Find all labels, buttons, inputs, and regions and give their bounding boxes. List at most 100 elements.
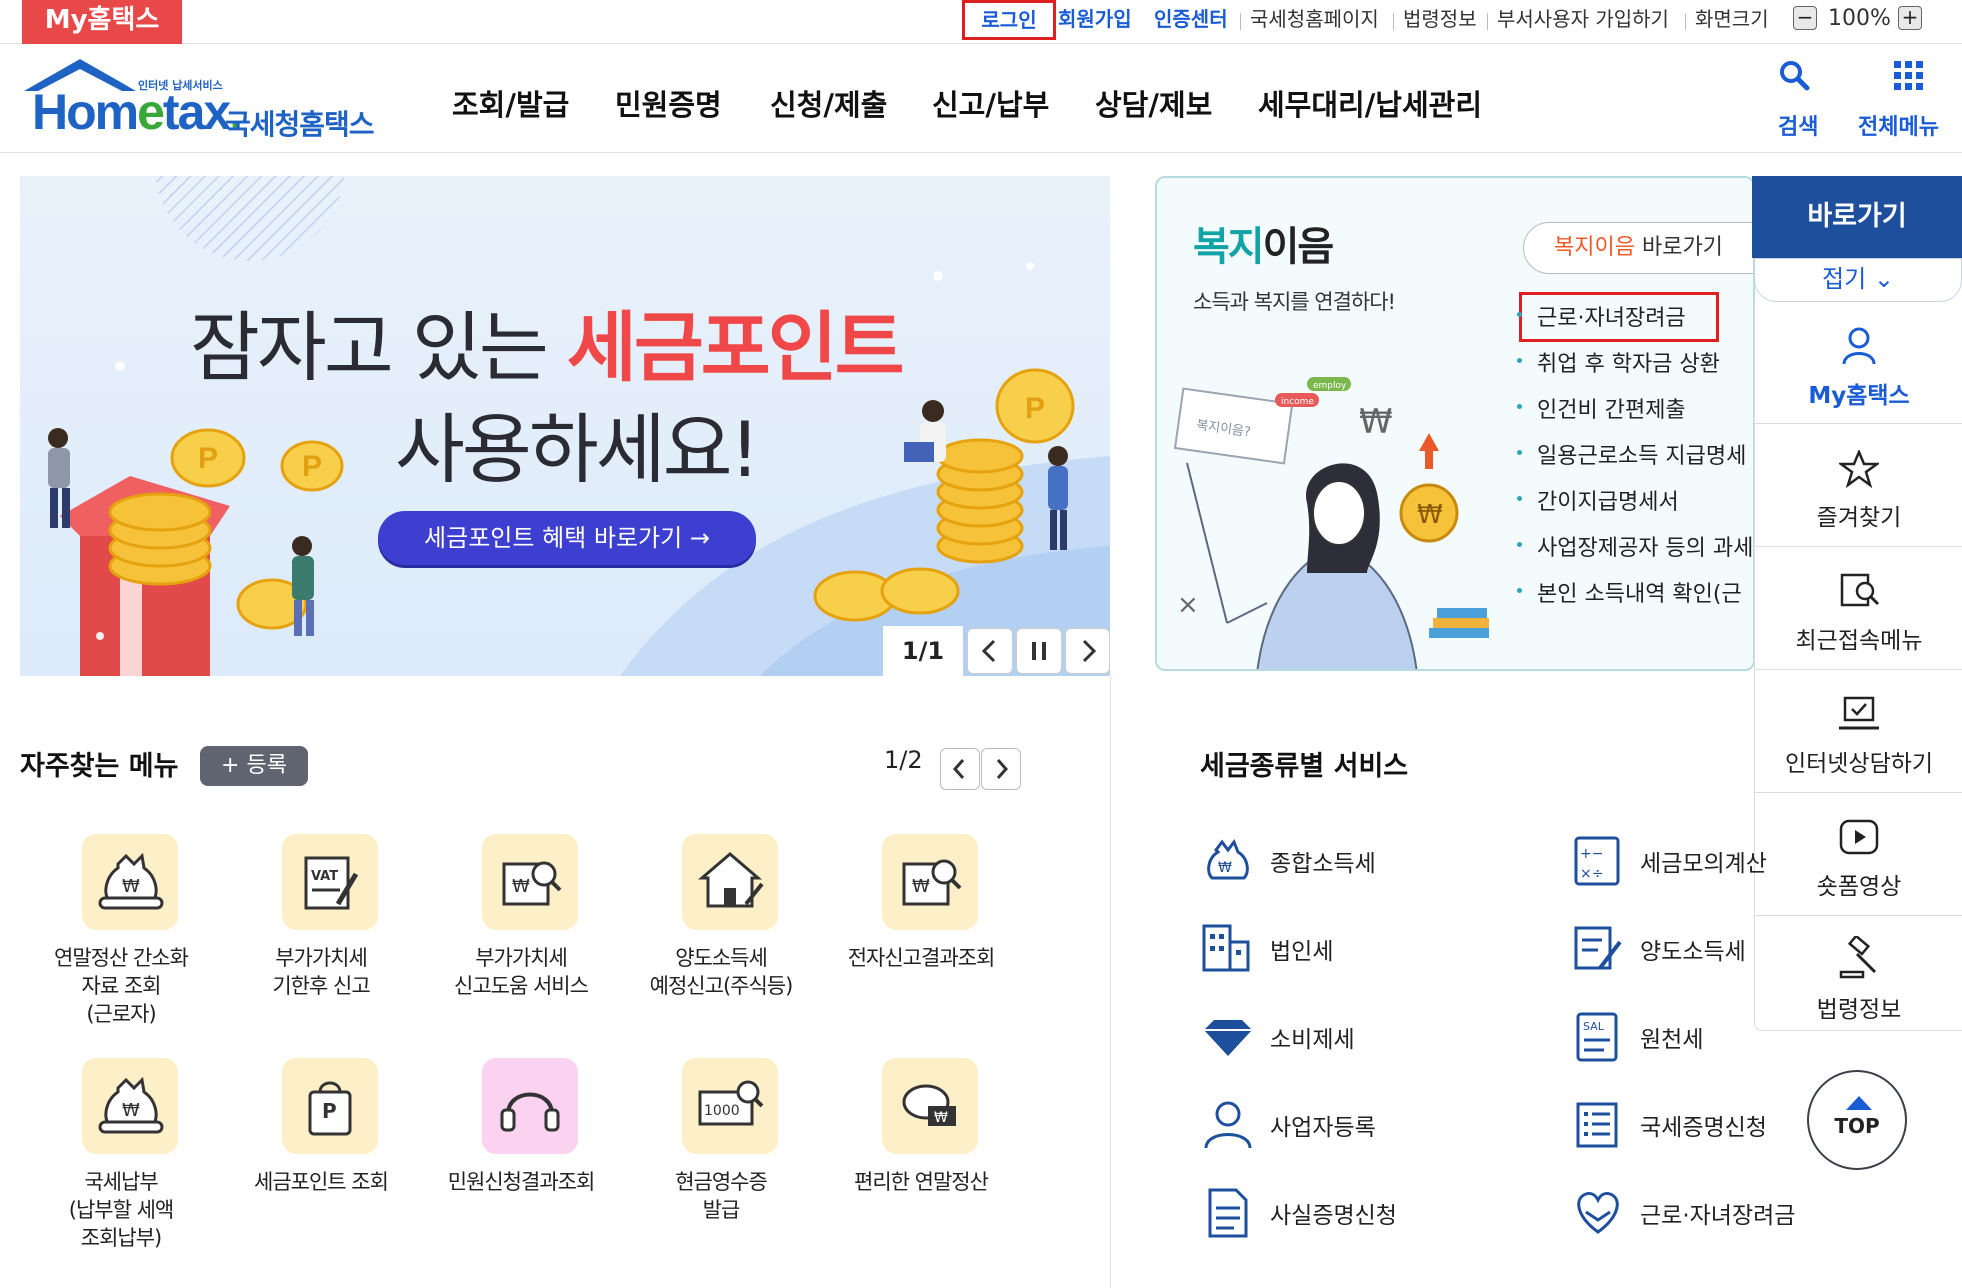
tax-capital-gains[interactable]: 양도소득세 <box>1570 924 1750 974</box>
favorites-title: 자주찾는 메뉴 <box>20 751 179 782</box>
cert-center-link[interactable]: 인증센터 <box>1154 0 1228 40</box>
quick-myhometax[interactable]: My홈택스 <box>1754 302 1962 424</box>
fav-e-report-result[interactable]: ₩ 전자신고결과조회 <box>831 834 1011 1024</box>
hometax-logo[interactable]: 인터넷 납세서비스 Hometax. 국세청홈택스 <box>20 55 390 145</box>
document-edit-icon <box>1574 926 1622 970</box>
nts-homepage-link[interactable]: 국세청홈페이지 <box>1250 0 1379 40</box>
content-divider <box>1110 676 1111 1288</box>
point-bag-icon: P <box>308 1081 352 1136</box>
quick-menu-panel: 바로가기 접기 ⌄ My홈택스 즐겨찾기 최근접속메뉴 인터넷상담하기 숏폼영상… <box>1752 176 1962 1056</box>
search-icon <box>1780 61 1810 91</box>
banner-pause-button[interactable] <box>1016 628 1062 674</box>
welfare-goto-button[interactable]: 복지이음 바로가기 <box>1523 222 1753 274</box>
signup-link[interactable]: 회원가입 <box>1058 0 1132 40</box>
quick-recent-menu[interactable]: 최근접속메뉴 <box>1754 547 1962 670</box>
recent-search-icon <box>1840 573 1880 607</box>
welfare-item-earned-income[interactable]: 근로·자녀장려금 <box>1517 300 1686 332</box>
svg-text:₩: ₩ <box>122 876 140 897</box>
svg-text:₩: ₩ <box>1417 500 1443 530</box>
chevron-right-icon <box>996 759 1009 779</box>
svg-text:income: income <box>1281 397 1314 407</box>
house-pen-icon <box>697 852 764 908</box>
tax-business-registration[interactable]: 사업자등록 <box>1200 1100 1500 1150</box>
nav-inquiry-issue[interactable]: 조회/발급 <box>452 82 569 124</box>
welfare-item-student-loan[interactable]: 취업 후 학자금 상환 <box>1517 346 1720 378</box>
quick-menu-fold-button[interactable]: 접기 ⌄ <box>1754 258 1962 302</box>
chevron-left-icon <box>952 759 965 779</box>
banner-cta-button[interactable]: 세금포인트 혜택 바로가기 → <box>378 511 756 565</box>
favorites-page-indicator: 1/2 <box>884 746 923 774</box>
banner-next-button[interactable] <box>1065 628 1110 674</box>
won-magnify-icon: ₩ <box>902 859 962 906</box>
money-bag-icon: ₩ <box>98 1076 164 1134</box>
tax-corporate[interactable]: 법인세 <box>1200 924 1500 974</box>
law-info-link[interactable]: 법령정보 <box>1403 0 1477 40</box>
nav-report-pay[interactable]: 신고/납부 <box>932 82 1049 124</box>
tax-withholding[interactable]: SAL 원천세 <box>1570 1012 1750 1062</box>
tax-earned-income-credit[interactable]: 근로·자녀장려금 <box>1570 1188 1870 1238</box>
svg-text:1000: 1000 <box>704 1103 740 1119</box>
tax-global-income[interactable]: ₩ 종합소득세 <box>1200 836 1500 886</box>
svg-text:P: P <box>302 450 322 483</box>
all-menu-button[interactable]: 전체메뉴 <box>1858 59 1958 140</box>
banner-controls: 1/1 <box>883 626 1110 676</box>
scroll-top-button[interactable]: TOP <box>1807 1070 1907 1170</box>
zoom-in-button[interactable]: + <box>1898 6 1922 30</box>
dept-user-signup-link[interactable]: 부서사용자 가입하기 <box>1497 0 1669 40</box>
calculator-icon: +− ×÷ <box>1574 836 1620 886</box>
quick-law-info[interactable]: 법령정보 <box>1754 916 1962 1031</box>
welfare-item-simple-statement[interactable]: 간이지급명세서 <box>1517 484 1679 516</box>
fav-vat-help-service[interactable]: ₩ 부가가치세 신고도움 서비스 <box>431 834 611 1024</box>
favorites-next-button[interactable] <box>981 748 1021 790</box>
svg-text:×÷: ×÷ <box>1580 866 1603 882</box>
quick-shortform-video[interactable]: 숏폼영상 <box>1754 793 1962 916</box>
nav-consult-report[interactable]: 상담/제보 <box>1095 82 1212 124</box>
banner-prev-button[interactable] <box>967 628 1013 674</box>
nav-apply-submit[interactable]: 신청/제출 <box>770 82 887 124</box>
nav-civil-certificate[interactable]: 민원증명 <box>615 82 722 124</box>
fav-easy-year-end[interactable]: ₩ 편리한 연말정산 <box>831 1058 1011 1248</box>
zoom-out-button[interactable]: − <box>1793 6 1817 30</box>
fav-capital-gains-prereport[interactable]: 양도소득세 예정신고(주식등) <box>631 834 811 1024</box>
quick-online-consult[interactable]: 인터넷상담하기 <box>1754 670 1962 793</box>
building-icon <box>1202 924 1250 972</box>
banner-headline-2: 사용하세요! <box>395 405 760 494</box>
quick-favorites[interactable]: 즐겨찾기 <box>1754 424 1962 547</box>
headset-icon <box>500 1092 560 1132</box>
svg-text:P: P <box>198 442 218 475</box>
tax-fact-certificate[interactable]: 사실증명신청 <box>1200 1188 1500 1238</box>
favorites-register-button[interactable]: + 등록 <box>200 746 308 786</box>
welfare-item-daily-wage[interactable]: 일용근로소득 지급명세 <box>1517 438 1746 470</box>
fav-civil-request-result[interactable]: 민원신청결과조회 <box>431 1058 611 1248</box>
tax-simulation[interactable]: +− ×÷ 세금모의계산 <box>1570 836 1767 886</box>
pause-icon <box>1032 642 1046 660</box>
myhometax-tab[interactable]: My홈택스 <box>22 0 182 44</box>
quick-menu-title: 바로가기 <box>1752 176 1962 258</box>
svg-text:₩: ₩ <box>934 1110 948 1126</box>
search-button[interactable]: 검색 <box>1770 59 1830 140</box>
user-icon <box>1204 1101 1252 1149</box>
tax-certificate-request[interactable]: 국세증명신청 <box>1570 1100 1767 1150</box>
screen-size-label: 화면크기 <box>1695 7 1769 31</box>
tax-services-title: 세금종류별 서비스 <box>1200 751 1409 782</box>
welfare-item-workplace[interactable]: 사업장제공자 등의 과세 <box>1517 530 1753 562</box>
chevron-left-icon <box>981 639 996 663</box>
arrow-up-icon <box>1846 1096 1872 1110</box>
laptop-check-icon <box>1839 696 1879 730</box>
fav-vat-late-report[interactable]: VAT 부가가치세 기한후 신고 <box>231 834 411 1024</box>
welfare-item-labor-cost[interactable]: 인건비 간편제출 <box>1517 392 1686 424</box>
main-banner[interactable]: P P P 잠자고 있는 세금포인트 사용하세요! 세금포인트 혜택 바로가기 … <box>20 176 1110 676</box>
tax-consumption[interactable]: 소비제세 <box>1200 1012 1500 1062</box>
svg-text:P: P <box>1025 392 1045 425</box>
fav-year-end-settlement[interactable]: ₩ 연말정산 간소화 자료 조회 (근로자) <box>31 834 211 1026</box>
heart-hands-icon <box>1577 1192 1619 1234</box>
svg-text:P: P <box>322 1099 337 1123</box>
chat-won-icon: ₩ <box>902 1084 956 1126</box>
fav-cash-receipt-issue[interactable]: 1000 현금영수증 발급 <box>631 1058 811 1248</box>
favorites-prev-button[interactable] <box>940 748 980 790</box>
nav-tax-agent[interactable]: 세무대리/납세관리 <box>1258 82 1482 124</box>
fav-national-tax-payment[interactable]: ₩ 국세납부 (납부할 세액 조회납부) <box>31 1058 211 1258</box>
fav-tax-point-inquiry[interactable]: P 세금포인트 조회 <box>231 1058 411 1248</box>
login-link[interactable]: 로그인 <box>962 0 1056 40</box>
welfare-item-income-check[interactable]: 본인 소득내역 확인(근 <box>1517 576 1742 608</box>
